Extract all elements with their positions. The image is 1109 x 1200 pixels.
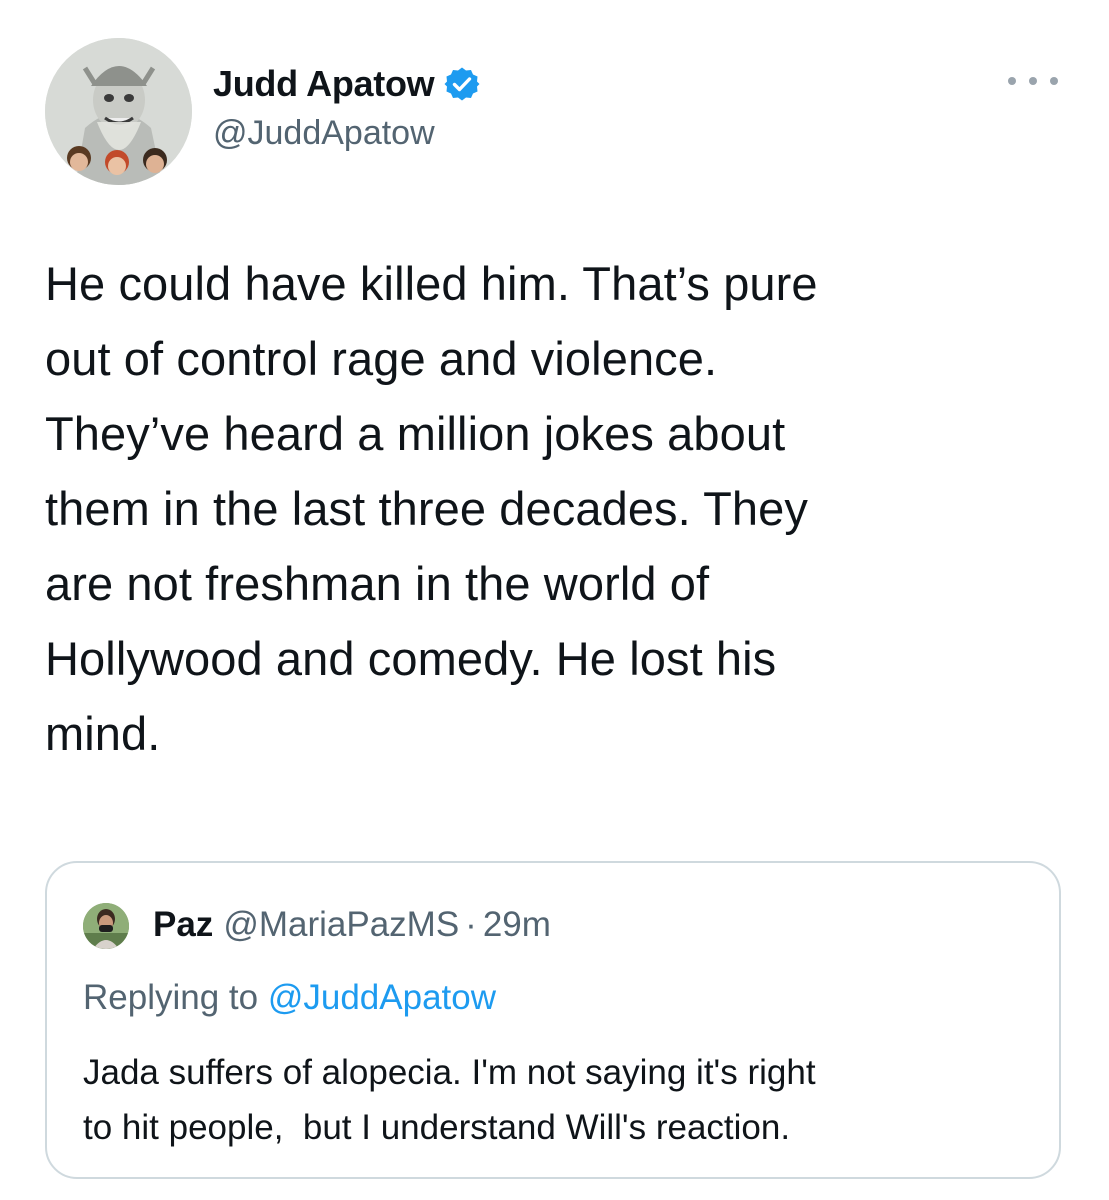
quoted-header: Paz @MariaPazMS · 29m: [153, 905, 551, 945]
replying-to-mention-link[interactable]: @JuddApatow: [268, 978, 496, 1017]
quoted-timestamp[interactable]: 29m: [483, 905, 551, 945]
quoted-avatar-photo-icon: [83, 903, 129, 949]
quoted-text-line: Jada suffers of alopecia. I'm not saying…: [83, 1053, 816, 1092]
more-dots-icon[interactable]: [1008, 66, 1058, 96]
quoted-text-line: to hit people, but I understand Will's r…: [83, 1108, 791, 1147]
tweet-text-line: mind.: [45, 707, 161, 760]
tweet-text-line: Hollywood and comedy. He lost his: [45, 632, 777, 685]
tweet-text-line: them in the last three decades. They: [45, 482, 809, 535]
tweet: Judd Apatow @JuddApatow He could have ki…: [0, 0, 1109, 1200]
author-handle[interactable]: @JuddApatow: [213, 114, 435, 153]
author-display-name[interactable]: Judd Apatow: [213, 63, 435, 105]
quoted-tweet-text: Jada suffers of alopecia. I'm not saying…: [83, 1045, 1043, 1155]
replying-to-line: Replying to @JuddApatow: [83, 978, 496, 1018]
verified-badge-icon: [444, 66, 480, 102]
tweet-text-line: He could have killed him. That’s pure: [45, 257, 818, 310]
quoted-separator: ·: [465, 905, 477, 944]
author-name-row: Judd Apatow: [213, 62, 480, 106]
quoted-tweet-card[interactable]: Paz @MariaPazMS · 29m Replying to @JuddA…: [45, 861, 1061, 1179]
quoted-author-avatar[interactable]: [83, 903, 129, 949]
tweet-text-line: out of control rage and violence.: [45, 332, 718, 385]
tweet-text: He could have killed him. That’s pure ou…: [45, 246, 1065, 771]
avatar-illustration-icon: [45, 38, 192, 185]
quoted-display-name[interactable]: Paz: [153, 905, 213, 945]
replying-to-label: Replying to: [83, 978, 259, 1017]
tweet-text-line: They’ve heard a million jokes about: [45, 407, 786, 460]
tweet-text-line: are not freshman in the world of: [45, 557, 710, 610]
quoted-handle[interactable]: @MariaPazMS: [223, 905, 459, 945]
author-avatar[interactable]: [45, 38, 192, 185]
